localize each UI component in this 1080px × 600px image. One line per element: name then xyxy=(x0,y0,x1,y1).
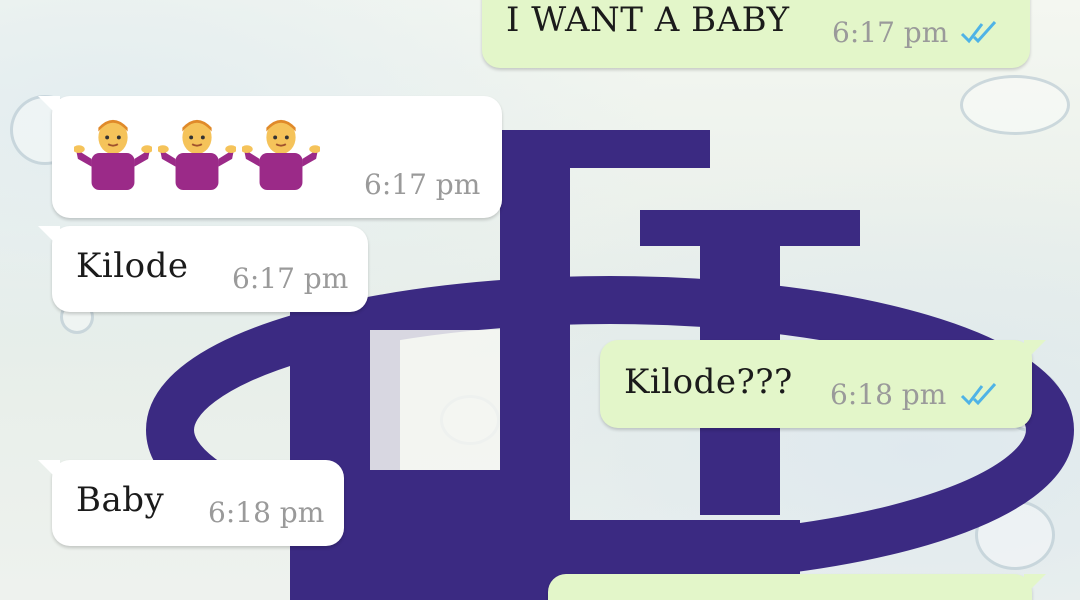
message-timestamp: 6:18 pm xyxy=(208,496,325,529)
person-shrugging-icon xyxy=(74,119,152,191)
message-text: Baby xyxy=(76,480,165,520)
message-bubble-outgoing[interactable]: Kilode??? 6:18 pm xyxy=(600,340,1046,428)
double-check-read-icon xyxy=(960,20,997,44)
message-bubble-outgoing-partial[interactable] xyxy=(548,574,1046,600)
person-shrugging-icon xyxy=(242,119,320,191)
message-timestamp: 6:17 pm xyxy=(832,16,949,49)
message-timestamp: 6:17 pm xyxy=(232,262,349,295)
message-text: Kilode??? xyxy=(624,362,793,402)
message-timestamp: 6:18 pm xyxy=(830,378,947,411)
message-bubble-incoming[interactable]: Baby 6:18 pm xyxy=(38,460,344,546)
message-bubble-incoming[interactable]: Kilode 6:17 pm xyxy=(38,226,368,312)
double-check-read-icon xyxy=(960,382,997,406)
message-text: I WANT A BABY xyxy=(506,0,790,40)
message-bubble-outgoing[interactable]: I WANT A BABY 6:17 pm xyxy=(482,0,1030,68)
person-shrugging-icon xyxy=(158,119,236,191)
message-timestamp: 6:17 pm xyxy=(364,168,481,201)
emoji-row xyxy=(74,114,320,192)
message-bubble-incoming[interactable]: 6:17 pm xyxy=(38,96,502,218)
message-text: Kilode xyxy=(76,246,189,286)
